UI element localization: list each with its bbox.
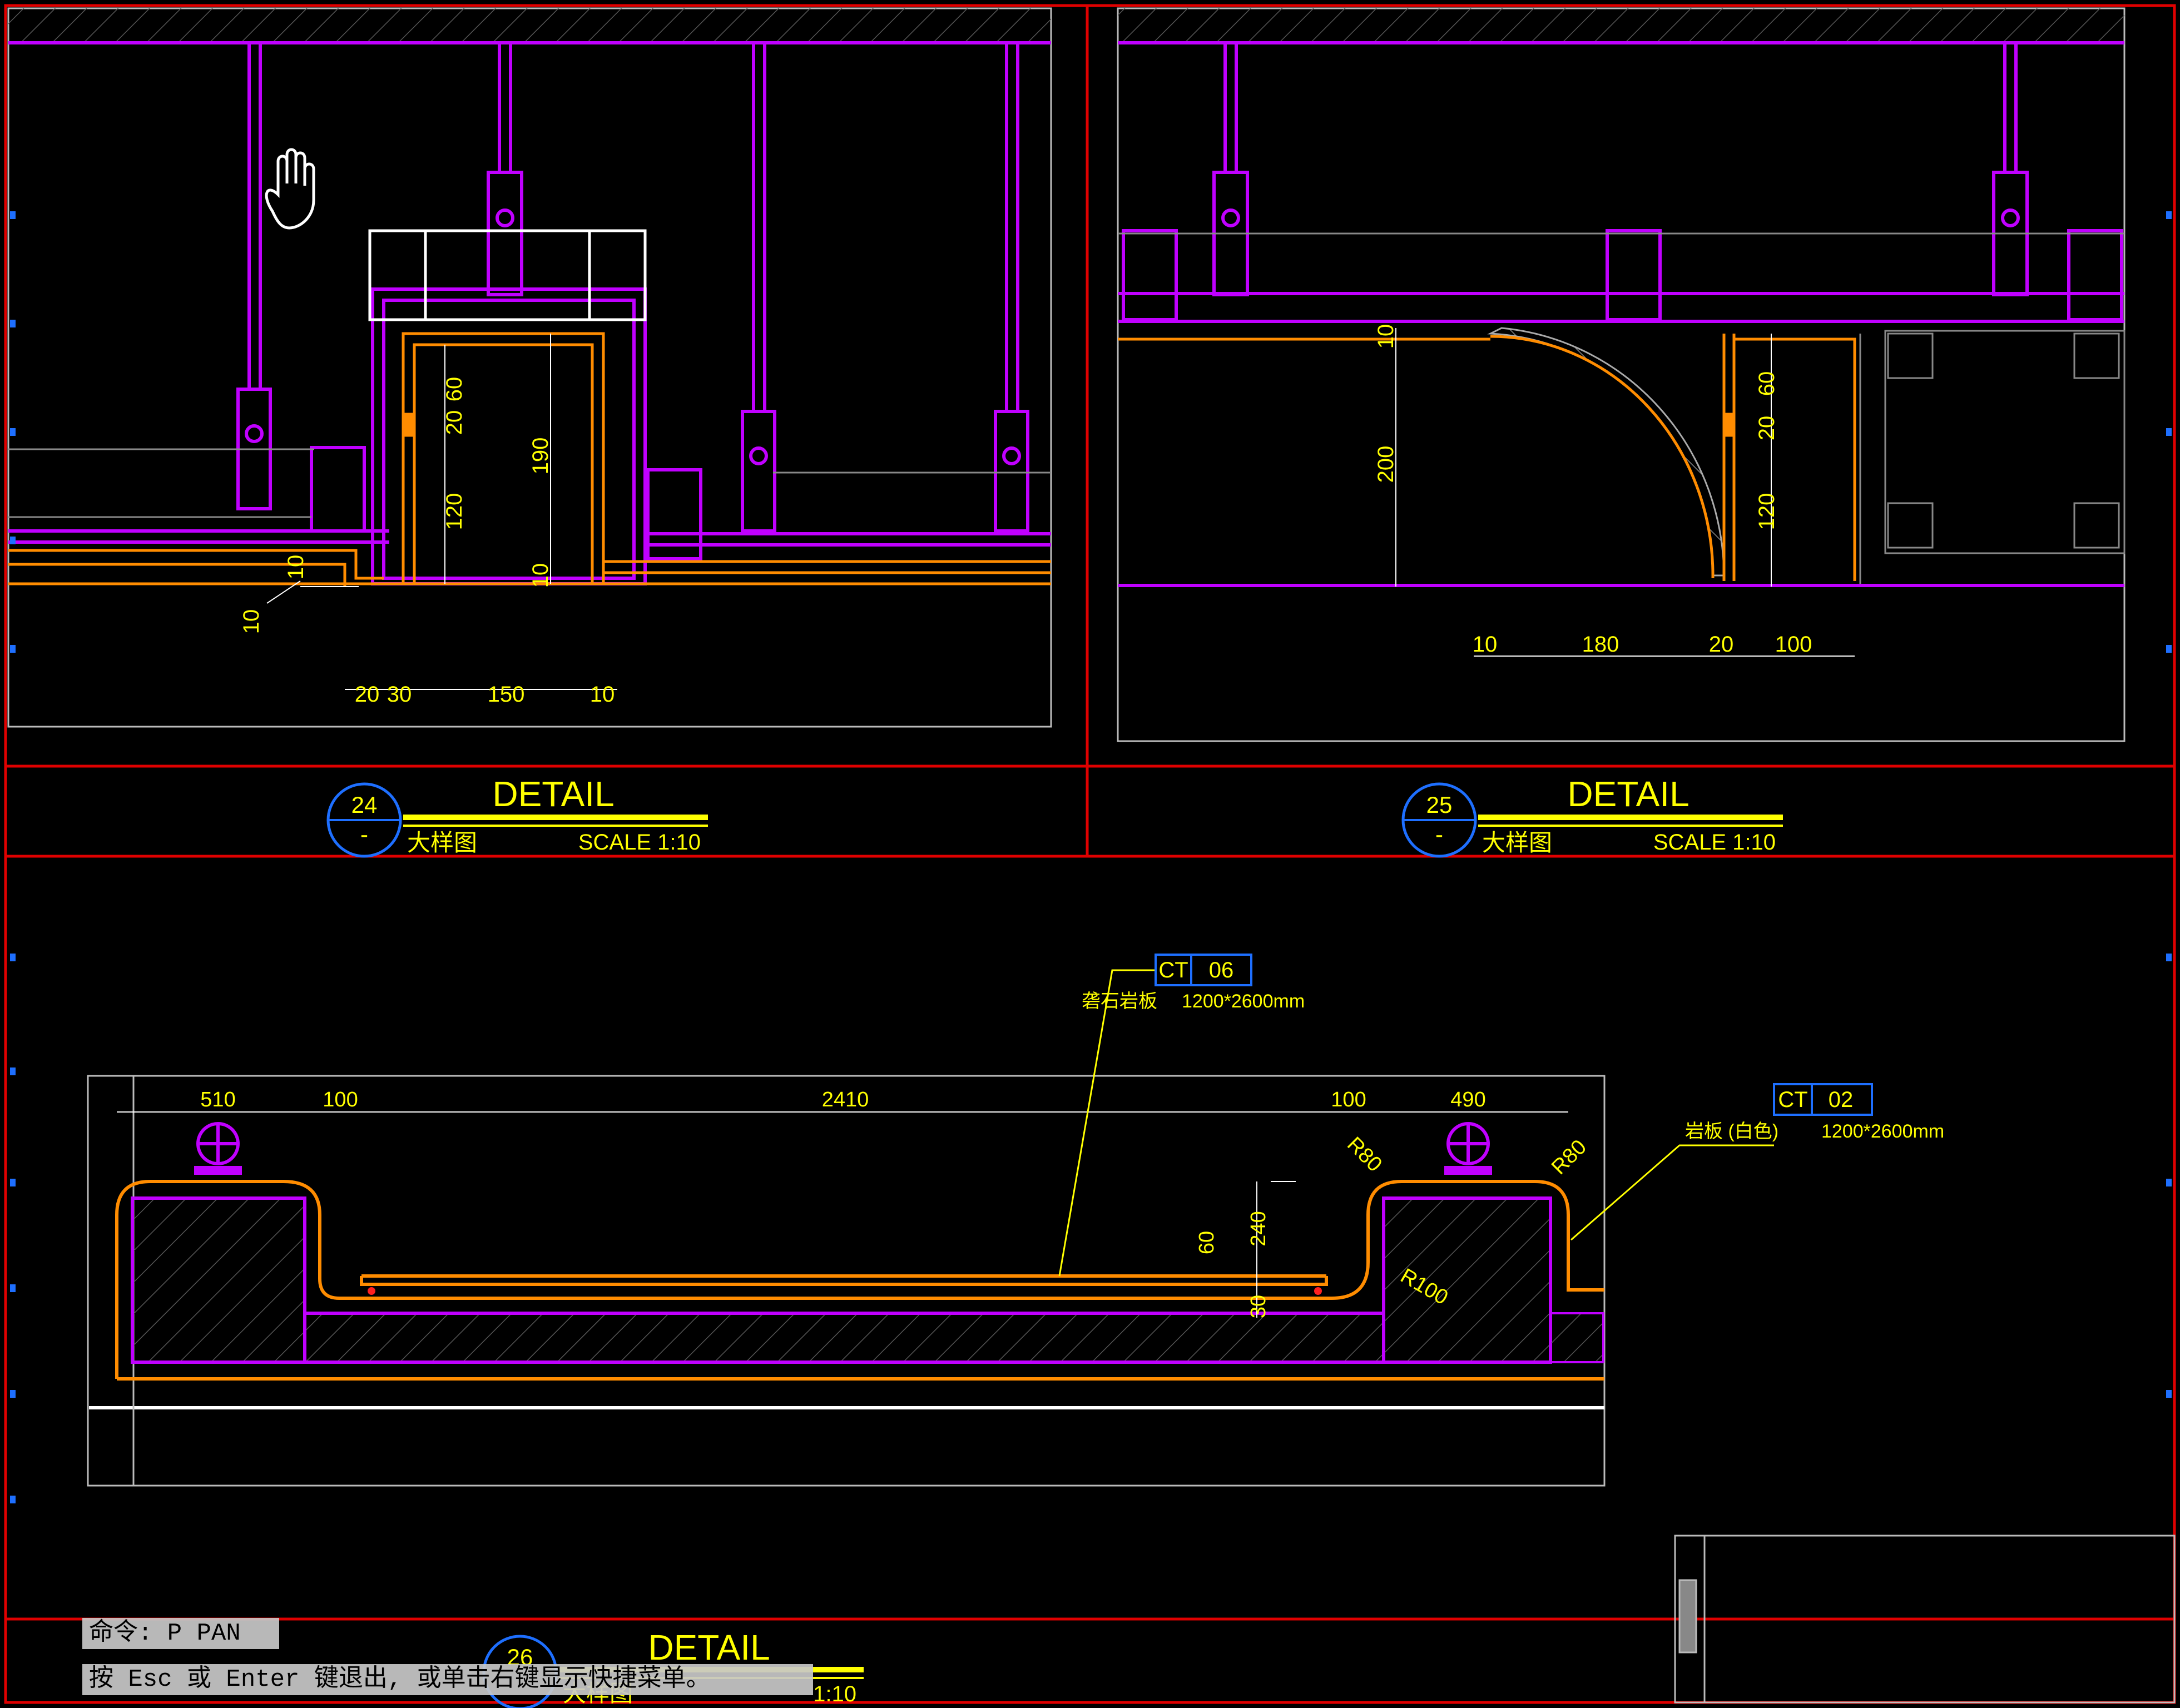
- detail-title: DETAIL: [492, 774, 614, 814]
- command-history-line: 命令: P PAN: [82, 1618, 279, 1649]
- dim-190: 190: [528, 438, 553, 475]
- detail-sub-marker: -: [360, 821, 368, 847]
- detail-25-view: 10 200 60 20 120 10 180 20 100: [1117, 7, 2126, 742]
- cad-drawing-canvas[interactable]: 60 20 120 190 10 10 10 20 30 150 10 10 2…: [0, 0, 2180, 1708]
- detail-sub-marker: -: [1435, 821, 1443, 847]
- detail-number: 24: [351, 792, 378, 818]
- tag-size: 1200*2600mm: [1182, 991, 1305, 1012]
- dim-h20: 20: [355, 682, 380, 707]
- dim-r80-b: R80: [1547, 1135, 1591, 1179]
- tag-material: 砻石岩板: [1082, 991, 1157, 1012]
- dim-490: 490: [1450, 1088, 1485, 1111]
- title-block-24: 24 - DETAIL 大样图 SCALE 1:10: [326, 774, 708, 858]
- dim-60: 60: [442, 377, 467, 402]
- dim-h180: 180: [1582, 632, 1619, 657]
- dim-240: 240: [1247, 1211, 1270, 1246]
- dim-100-a: 100: [323, 1088, 358, 1111]
- dim-h20: 20: [1709, 632, 1734, 657]
- dim-h10: 10: [1473, 632, 1498, 657]
- detail-title: DETAIL: [648, 1627, 770, 1667]
- dim-v120: 120: [1755, 493, 1779, 530]
- dim-60: 60: [1195, 1231, 1218, 1254]
- detail-subtitle: 大样图: [407, 830, 477, 856]
- tag-number: 06: [1209, 958, 1234, 982]
- tag-code: CT: [1158, 958, 1188, 982]
- tag-code: CT: [1778, 1088, 1807, 1112]
- dim-120: 120: [442, 493, 467, 530]
- dim-v10: 10: [1374, 324, 1398, 349]
- dim-h30: 30: [387, 682, 412, 707]
- command-prompt-line[interactable]: 按 Esc 或 Enter 键退出, 或单击右键显示快捷菜单。: [82, 1664, 813, 1695]
- dim-10-c: 10: [239, 609, 264, 634]
- detail-scale: 1:10: [813, 1682, 856, 1706]
- dim-h150: 150: [488, 682, 525, 707]
- material-tag-ct06: CT 06 砻石岩板 1200*2600mm: [1082, 954, 1305, 1012]
- dim-v20: 20: [1755, 416, 1779, 441]
- detail-24-view: 60 20 120 190 10 10 10 20 30 150 10: [7, 7, 1052, 728]
- detail-subtitle: 大样图: [1482, 830, 1552, 856]
- detail-scale: SCALE 1:10: [578, 830, 701, 855]
- detail-title: DETAIL: [1567, 774, 1689, 814]
- dim-2410: 2410: [822, 1088, 869, 1111]
- dim-10-b: 10: [284, 555, 308, 580]
- dim-100-b: 100: [1331, 1088, 1366, 1111]
- material-tag-ct02: CT 02 岩板 (白色) 1200*2600mm: [1685, 1083, 1944, 1142]
- dim-v60: 60: [1755, 371, 1779, 396]
- tag-number: 02: [1829, 1088, 1854, 1112]
- tag-size: 1200*2600mm: [1821, 1121, 1944, 1142]
- dim-r80-a: R80: [1342, 1133, 1386, 1176]
- dim-h10: 10: [590, 682, 615, 707]
- sheet-frame: [4, 4, 2176, 1704]
- dim-20: 20: [442, 410, 467, 435]
- detail-26-view: 510 100 2410 100 490 R80 R80 R100 60 240…: [87, 954, 1944, 1487]
- dim-30: 30: [1247, 1295, 1270, 1318]
- detail-number: 25: [1426, 792, 1453, 818]
- dim-h100: 100: [1775, 632, 1812, 657]
- detail-scale: SCALE 1:10: [1653, 830, 1776, 855]
- hand-pan-icon: [265, 148, 315, 230]
- dim-10-a: 10: [528, 563, 553, 588]
- dim-510: 510: [200, 1088, 235, 1111]
- title-block-25: 25 - DETAIL 大样图 SCALE 1:10: [1401, 774, 1783, 858]
- dim-v200: 200: [1374, 446, 1398, 483]
- tag-material: 岩板 (白色): [1685, 1121, 1778, 1142]
